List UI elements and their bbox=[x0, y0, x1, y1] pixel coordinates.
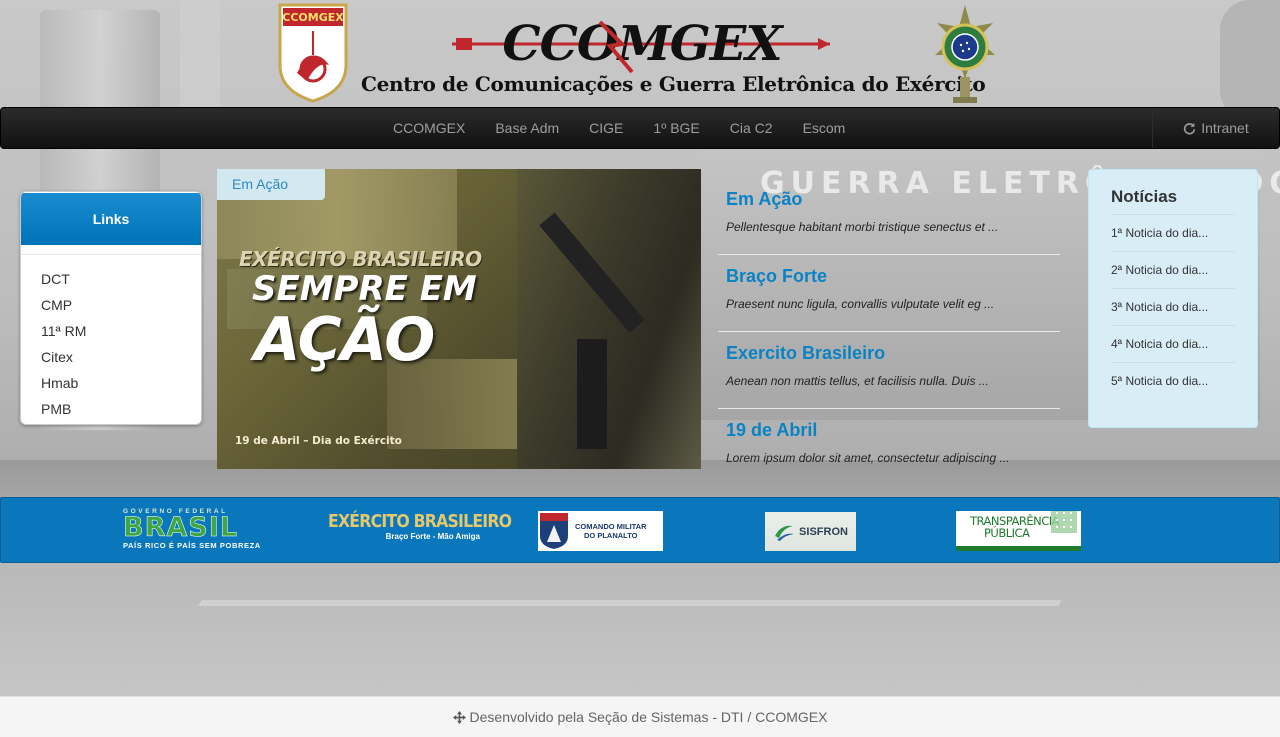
army-emblem bbox=[935, 5, 995, 103]
intranet-link[interactable]: Intranet bbox=[1152, 108, 1279, 148]
cmp-logo-text: COMANDO MILITAR DO PLANALTO bbox=[575, 522, 647, 540]
nav-item-cige[interactable]: CIGE bbox=[574, 108, 638, 148]
carousel-rifle-image bbox=[577, 339, 607, 449]
navbar-menu: CCOMGEX Base Adm CIGE 1º BGE Cia C2 Esco… bbox=[378, 108, 860, 148]
ccomgex-wordmark: CCOMGEX bbox=[452, 16, 830, 74]
headline-summary: Pellentesque habitant morbi tristique se… bbox=[726, 220, 999, 234]
partner-transparencia-publica-logo[interactable]: TRANSPARÊNCIA PÚBLICA bbox=[956, 511, 1081, 551]
nav-item-base-adm[interactable]: Base Adm bbox=[480, 108, 574, 148]
transparencia-grid-icon bbox=[1051, 511, 1077, 533]
link-hmab[interactable]: Hmab bbox=[41, 370, 201, 396]
nav-item-ccomgex[interactable]: CCOMGEX bbox=[378, 108, 480, 148]
carousel-line-sempre: SEMPRE EM bbox=[252, 269, 477, 309]
links-list: DCT CMP 11ª RM Citex Hmab PMB bbox=[21, 255, 201, 422]
intranet-label: Intranet bbox=[1201, 120, 1249, 136]
headline-title[interactable]: Exercito Brasileiro bbox=[726, 340, 1052, 366]
carousel-caption-tag[interactable]: Em Ação bbox=[217, 169, 325, 200]
link-11-rm[interactable]: 11ª RM bbox=[41, 318, 201, 344]
emblem-left-label: CCOMGEX bbox=[282, 11, 344, 24]
link-dct[interactable]: DCT bbox=[41, 266, 201, 292]
carousel-line-exercito: EXÉRCITO BRASILEIRO bbox=[239, 247, 482, 271]
site-header: CCOMGEX CCOMGEX Centro de Comunicações e… bbox=[0, 0, 1280, 107]
exercito-logo-wordmark: EXÉRCITO BRASILEIRO bbox=[328, 512, 512, 532]
refresh-icon bbox=[1184, 122, 1196, 134]
link-citex[interactable]: Citex bbox=[41, 344, 201, 370]
news-item[interactable]: 1ª Noticia do dia... bbox=[1111, 215, 1235, 252]
cmp-shield-icon bbox=[540, 513, 568, 549]
nav-item-cia-c2[interactable]: Cia C2 bbox=[715, 108, 788, 148]
ccomgex-shield-emblem: CCOMGEX bbox=[278, 3, 348, 103]
news-item[interactable]: 4ª Noticia do dia... bbox=[1111, 326, 1235, 363]
partner-comando-militar-planalto-logo[interactable]: COMANDO MILITAR DO PLANALTO bbox=[538, 511, 663, 551]
headline-item: 19 de Abril Lorem ipsum dolor sit amet, … bbox=[718, 409, 1060, 486]
logo-subtitle: Centro de Comunicações e Guerra Eletrôni… bbox=[361, 72, 986, 96]
footer-credits: Desenvolvido pela Seção de Sistemas - DT… bbox=[469, 709, 828, 725]
links-panel: Links DCT CMP 11ª RM Citex Hmab PMB bbox=[20, 191, 202, 425]
logo-title-text: CCOMGEX bbox=[502, 16, 784, 72]
featured-carousel[interactable]: EXÉRCITO BRASILEIRO SEMPRE EM AÇÃO 19 de… bbox=[217, 169, 701, 469]
headline-title[interactable]: 19 de Abril bbox=[726, 417, 1052, 443]
partner-exercito-brasileiro-logo[interactable]: EXÉRCITO BRASILEIRO Braço Forte - Mão Am… bbox=[328, 512, 512, 548]
sisfron-logo-text: SISFRON bbox=[799, 525, 848, 538]
site-footer: Desenvolvido pela Seção de Sistemas - DT… bbox=[0, 696, 1280, 737]
brasil-logo-wordmark: BRASIL bbox=[123, 512, 238, 543]
news-item[interactable]: 3ª Noticia do dia... bbox=[1111, 289, 1235, 326]
carousel-soldier-image bbox=[517, 169, 701, 469]
brasil-logo-tagline: PAÍS RICO É PAÍS SEM POBREZA bbox=[123, 541, 261, 550]
link-pmb[interactable]: PMB bbox=[41, 396, 201, 422]
headline-item: Exercito Brasileiro Aenean non mattis te… bbox=[718, 332, 1060, 409]
link-cmp[interactable]: CMP bbox=[41, 292, 201, 318]
headline-item: Braço Forte Praesent nunc ligula, conval… bbox=[718, 255, 1060, 332]
partner-governo-brasil-logo[interactable]: GOVERNO FEDERAL BRASIL PAÍS RICO É PAÍS … bbox=[123, 508, 271, 554]
nav-item-1-bge[interactable]: 1º BGE bbox=[638, 108, 714, 148]
background-road bbox=[0, 460, 1280, 700]
headlines-list: Em Ação Pellentesque habitant morbi tris… bbox=[718, 178, 1060, 486]
headline-summary: Lorem ipsum dolor sit amet, consectetur … bbox=[726, 451, 1010, 465]
sisfron-swoosh-icon bbox=[775, 525, 795, 541]
carousel-line-acao: AÇÃO bbox=[254, 305, 435, 375]
nav-item-escom[interactable]: Escom bbox=[788, 108, 861, 148]
cmp-logo-line1: COMANDO MILITAR bbox=[575, 522, 647, 531]
background-road-line bbox=[198, 600, 1062, 606]
cmp-logo-line2: DO PLANALTO bbox=[584, 531, 638, 540]
news-item[interactable]: 2ª Noticia do dia... bbox=[1111, 252, 1235, 289]
headline-title[interactable]: Em Ação bbox=[726, 186, 1052, 212]
exercito-logo-tagline: Braço Forte - Mão Amiga bbox=[385, 532, 480, 541]
links-panel-title: Links bbox=[21, 193, 201, 245]
headline-summary: Aenean non mattis tellus, et facilisis n… bbox=[726, 374, 989, 388]
news-panel: Notícias 1ª Noticia do dia... 2ª Noticia… bbox=[1088, 169, 1258, 428]
main-navbar: CCOMGEX Base Adm CIGE 1º BGE Cia C2 Esco… bbox=[0, 107, 1280, 149]
partner-sisfron-logo[interactable]: SISFRON bbox=[765, 512, 856, 551]
news-panel-title: Notícias bbox=[1111, 187, 1235, 215]
headline-item: Em Ação Pellentesque habitant morbi tris… bbox=[718, 178, 1060, 255]
move-icon bbox=[452, 710, 466, 724]
carousel-date-caption: 19 de Abril – Dia do Exército bbox=[235, 435, 402, 447]
headline-summary: Praesent nunc ligula, convallis vulputat… bbox=[726, 297, 995, 311]
news-item[interactable]: 5ª Noticia do dia... bbox=[1111, 363, 1235, 400]
partners-bar: GOVERNO FEDERAL BRASIL PAÍS RICO É PAÍS … bbox=[0, 497, 1280, 563]
headline-title[interactable]: Braço Forte bbox=[726, 263, 1052, 289]
